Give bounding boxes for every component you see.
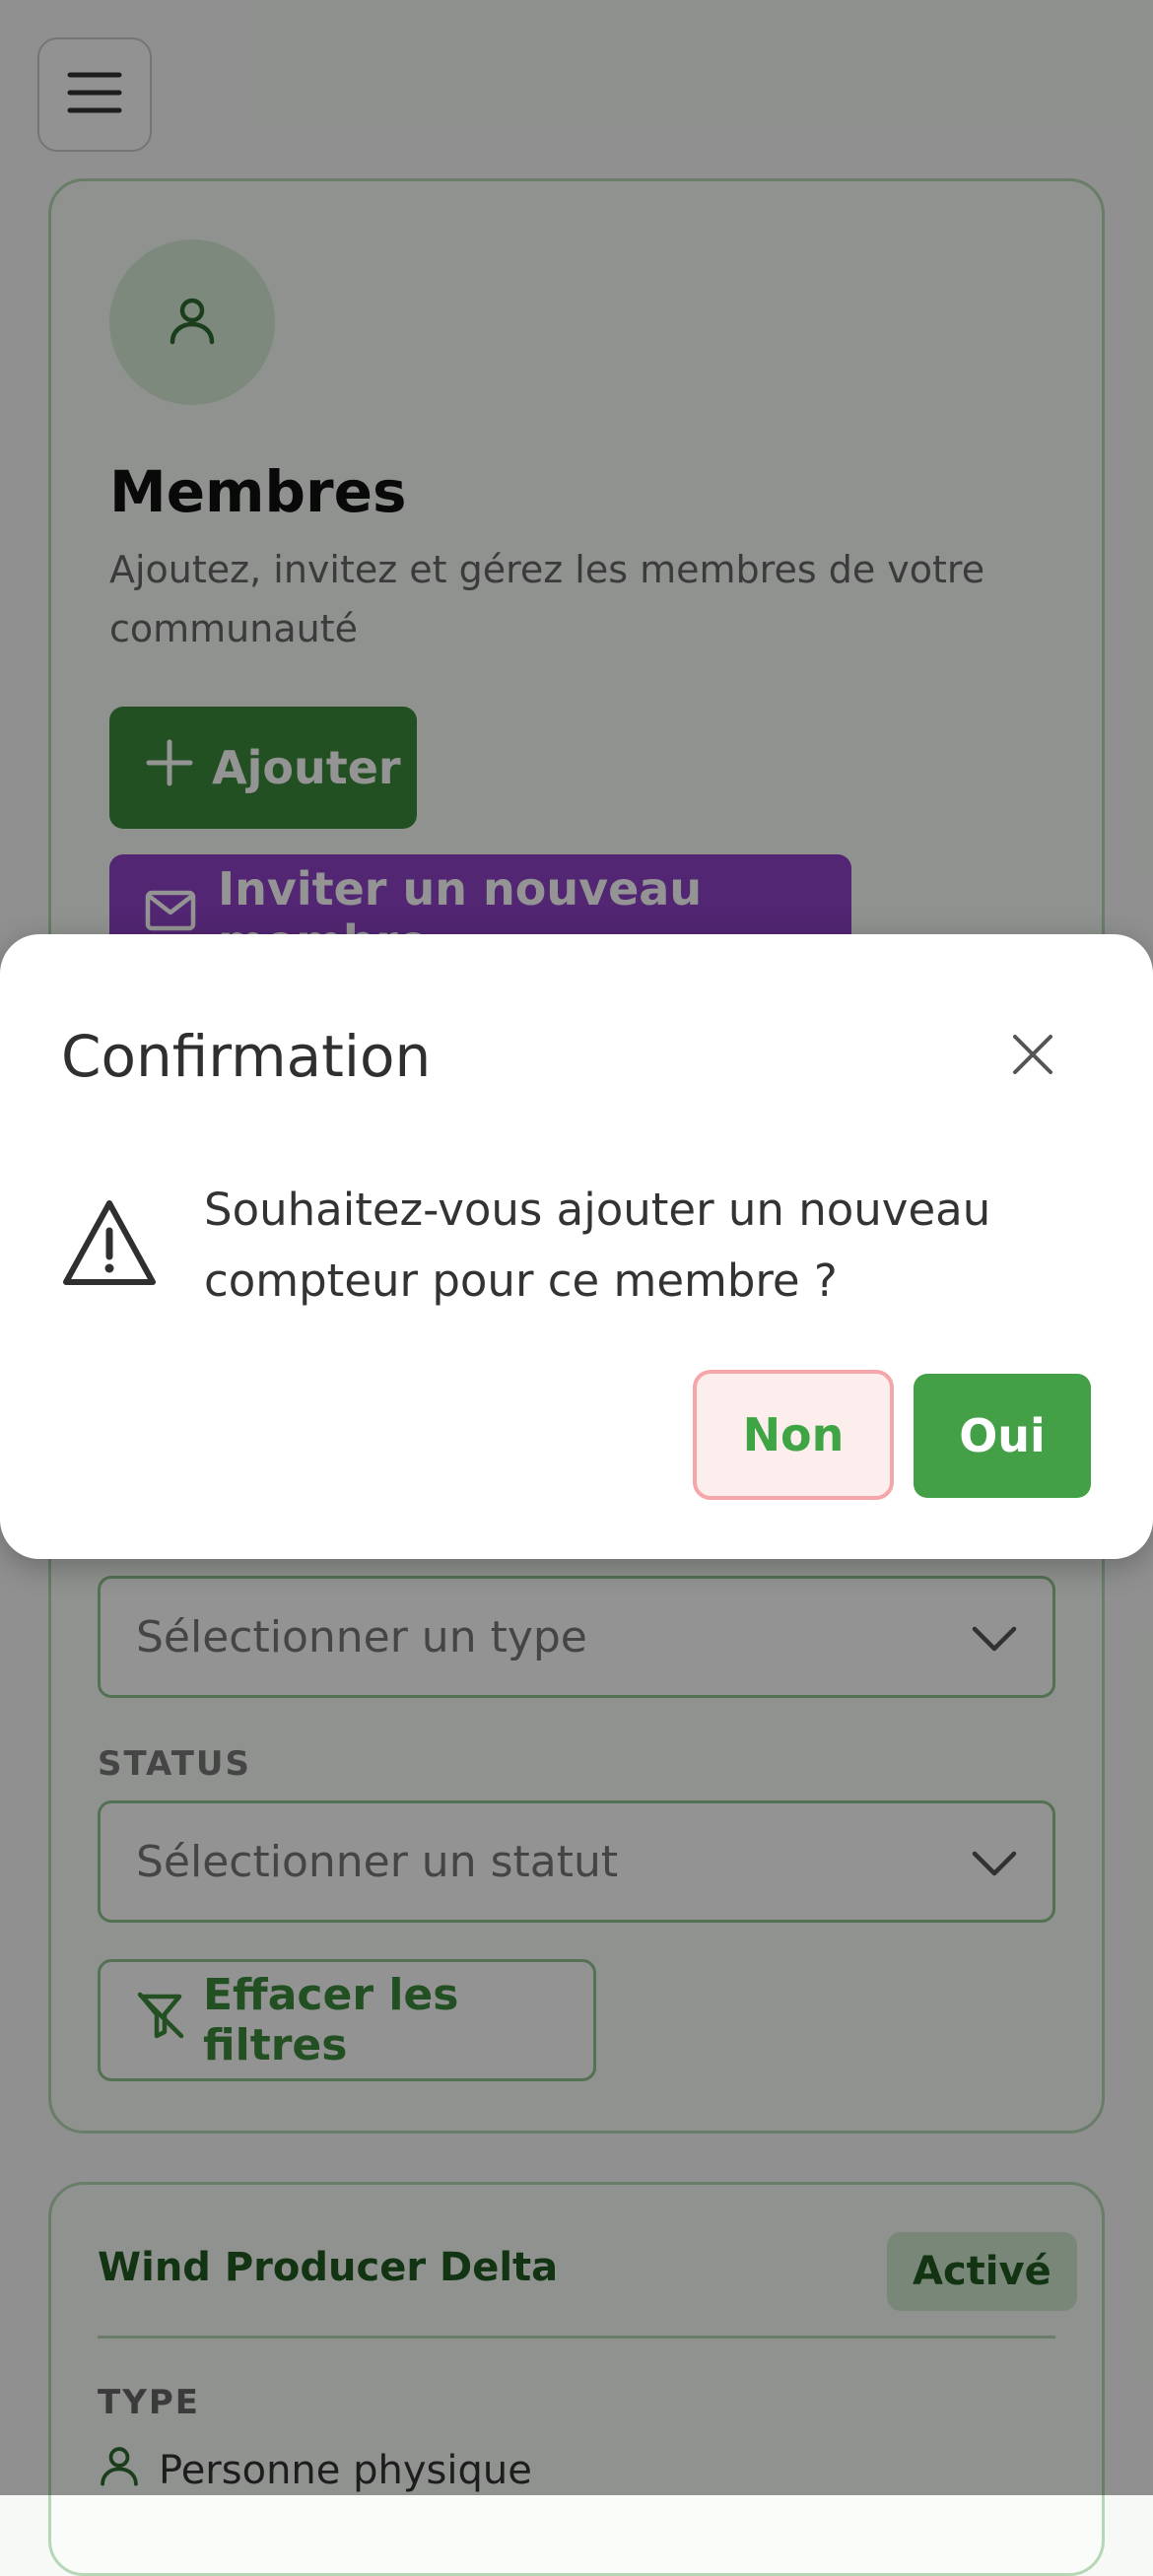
dialog-title: Confirmation [61, 1023, 432, 1090]
dialog-message: Souhaitez-vous ajouter un nouveau compte… [204, 1184, 991, 1307]
warning-icon [61, 1197, 158, 1288]
close-button[interactable] [1001, 1025, 1064, 1088]
close-icon [1011, 1033, 1054, 1080]
no-button[interactable]: Non [693, 1370, 894, 1500]
yes-button[interactable]: Oui [914, 1374, 1091, 1498]
